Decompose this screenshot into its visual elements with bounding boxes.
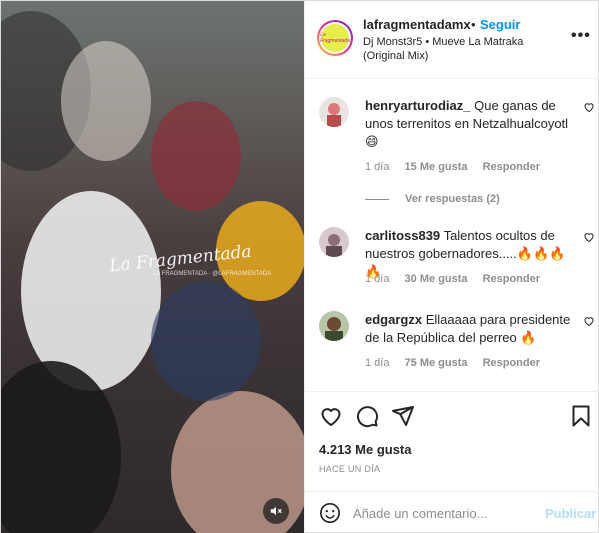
post-video[interactable]: La Fragmentada LA FRAGMENTADA · @LAFRAGM… — [1, 1, 304, 533]
comment-meta: 1 día 75 Me gusta Responder — [365, 357, 552, 369]
crowd-shape — [151, 101, 241, 211]
likes-count[interactable]: 4.213 Me gusta — [319, 442, 412, 457]
comment-username[interactable]: edgargzx — [365, 312, 422, 327]
comment-time[interactable]: 1 día — [365, 273, 389, 285]
heart-icon — [584, 103, 594, 113]
account-username[interactable]: lafragmentadamx — [363, 17, 471, 32]
avatar-image — [319, 97, 349, 127]
comment-like-button[interactable] — [583, 315, 595, 330]
comment-like-button[interactable] — [583, 101, 595, 116]
post-container: La Fragmentada LA FRAGMENTADA · @LAFRAGM… — [0, 0, 599, 533]
reply-button[interactable]: Responder — [483, 357, 540, 369]
view-replies-label: Ver respuestas (2) — [405, 193, 500, 205]
avatar-image — [319, 311, 349, 341]
comment-like-button[interactable] — [583, 231, 595, 246]
publish-button[interactable]: Publicar — [545, 506, 596, 521]
send-icon — [392, 406, 414, 426]
bookmark-icon — [572, 405, 590, 427]
follow-button[interactable]: Seguir — [480, 17, 520, 32]
comment-meta: 1 día 15 Me gusta Responder — [365, 161, 552, 173]
comment-username[interactable]: henryarturodiaz_ — [365, 98, 470, 113]
audio-attribution[interactable]: Dj Monst3r5 • Mueve La Matraka (Original… — [363, 35, 553, 63]
post-timestamp[interactable]: HACE UN DÍA — [319, 464, 380, 474]
comment-button[interactable] — [355, 404, 379, 428]
comments-list: henryarturodiaz_ Que ganas de unos terre… — [305, 79, 599, 391]
replies-divider — [365, 198, 389, 200]
comment-meta: 1 día 30 Me gusta Responder — [365, 273, 552, 285]
more-horizontal-icon: ••• — [571, 27, 591, 44]
watermark-subtext: LA FRAGMENTADA · @LAFRAGMENTADA — [153, 271, 272, 277]
crowd-shape — [61, 41, 151, 161]
heart-icon — [584, 317, 594, 327]
crowd-shape — [151, 281, 261, 401]
comment-username[interactable]: carlitoss839 — [365, 228, 440, 243]
account-avatar[interactable]: La Fragmentada — [317, 20, 353, 56]
like-button[interactable] — [319, 404, 343, 428]
more-options-button[interactable]: ••• — [571, 27, 591, 45]
avatar-logo-text: La Fragmentada — [320, 24, 350, 52]
post-side-panel: La Fragmentada lafragmentadamx • Seguir … — [304, 1, 599, 533]
mute-button[interactable] — [263, 498, 289, 524]
commenter-avatar[interactable] — [319, 227, 349, 257]
save-button[interactable] — [569, 404, 593, 428]
comment-icon — [357, 406, 379, 428]
view-replies-button[interactable]: Ver respuestas (2) — [365, 193, 500, 205]
comment-composer: Publicar — [305, 491, 599, 533]
comment-text: henryarturodiaz_ Que ganas de unos terre… — [365, 97, 571, 151]
commenter-avatar[interactable] — [319, 311, 349, 341]
heart-icon — [321, 408, 341, 427]
post-header: La Fragmentada lafragmentadamx • Seguir … — [305, 1, 599, 79]
comment-time[interactable]: 1 día — [365, 357, 389, 369]
comment-input[interactable] — [353, 502, 533, 524]
avatar-image — [319, 227, 349, 257]
comment-likes[interactable]: 15 Me gusta — [405, 161, 468, 173]
comment-likes[interactable]: 30 Me gusta — [405, 273, 468, 285]
reply-button[interactable]: Responder — [483, 273, 540, 285]
speaker-muted-icon — [270, 506, 282, 516]
comment-likes[interactable]: 75 Me gusta — [405, 357, 468, 369]
share-button[interactable] — [391, 404, 415, 428]
comment-text: edgargzx Ellaaaaa para presidente de la … — [365, 311, 571, 347]
reply-button[interactable]: Responder — [483, 161, 540, 173]
post-actions: 4.213 Me gusta HACE UN DÍA — [305, 391, 599, 491]
comment-time[interactable]: 1 día — [365, 161, 389, 173]
commenter-avatar[interactable] — [319, 97, 349, 127]
heart-icon — [584, 233, 594, 243]
emoji-icon — [320, 503, 340, 523]
emoji-button[interactable] — [319, 502, 341, 524]
separator-dot: • — [471, 17, 476, 32]
